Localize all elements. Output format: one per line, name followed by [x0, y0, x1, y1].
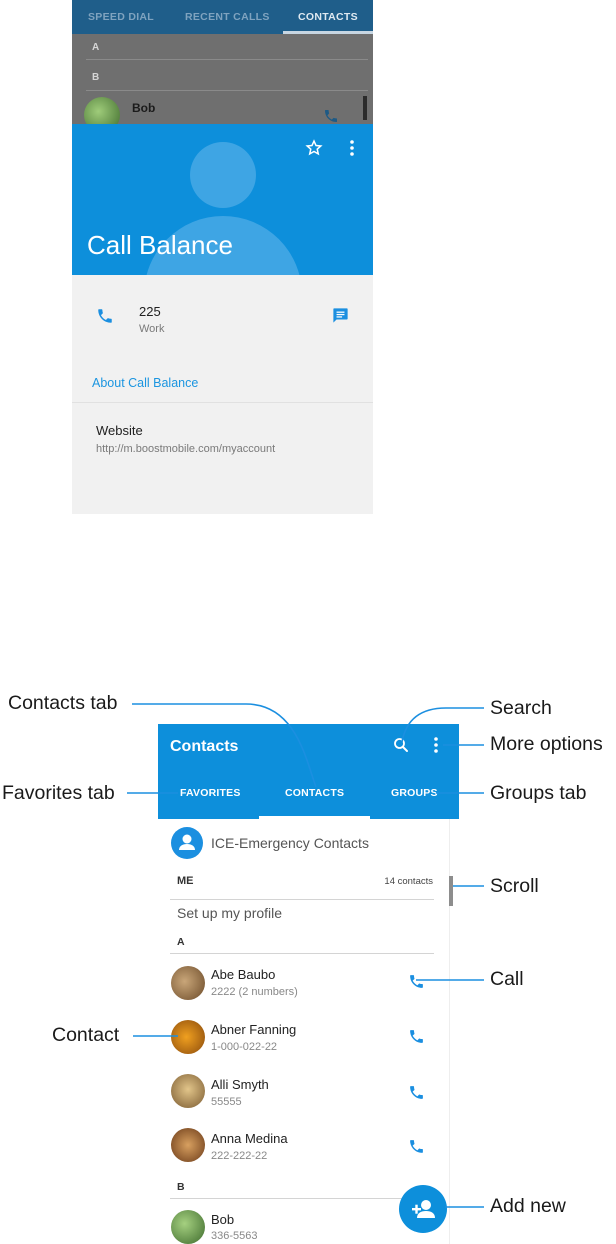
- tab-favorites[interactable]: FAVORITES: [180, 787, 241, 799]
- contacts-list-screenshot: Contacts FAVORITES CONTACTS GROUPS ICE-E…: [158, 724, 459, 1244]
- search-icon[interactable]: [392, 736, 410, 754]
- dimmed-tab-bar: SPEED DIAL RECENT CALLS CONTACTS: [72, 0, 373, 34]
- avatar[interactable]: [171, 1128, 205, 1162]
- more-vert-icon[interactable]: [432, 736, 440, 754]
- section-divider: [86, 90, 368, 91]
- website-url[interactable]: http://m.boostmobile.com/myaccount: [96, 443, 275, 455]
- divider: [170, 899, 434, 900]
- phone-icon[interactable]: [408, 1028, 425, 1045]
- setup-profile[interactable]: Set up my profile: [177, 905, 282, 921]
- contact-detail-screenshot: SPEED DIAL RECENT CALLS CONTACTS A B Bob…: [72, 0, 373, 514]
- contact-name[interactable]: Anna Medina: [211, 1131, 288, 1146]
- divider: [72, 402, 373, 403]
- more-vert-icon[interactable]: [348, 139, 356, 157]
- contact-number: 336-5563: [211, 1230, 258, 1242]
- section-letter-a: A: [92, 42, 100, 53]
- contact-name[interactable]: Abe Baubo: [211, 967, 275, 982]
- star-icon[interactable]: [305, 139, 323, 157]
- phone-type: Work: [139, 323, 165, 335]
- active-tab-indicator: [259, 816, 370, 819]
- tab-contacts[interactable]: CONTACTS: [285, 787, 344, 799]
- callout-favorites-tab: Favorites tab: [2, 782, 115, 804]
- phone-number[interactable]: 225: [139, 304, 161, 319]
- callout-scroll: Scroll: [490, 875, 539, 897]
- website-label: Website: [96, 423, 143, 438]
- tab-contacts[interactable]: CONTACTS: [298, 11, 358, 23]
- avatar[interactable]: [171, 1020, 205, 1054]
- callout-contact: Contact: [52, 1024, 120, 1046]
- divider: [170, 953, 434, 954]
- contact-header: Call Balance: [72, 124, 373, 275]
- contact-title: Call Balance: [87, 230, 233, 260]
- phone-icon[interactable]: [96, 307, 114, 325]
- person-icon: [190, 142, 256, 208]
- contact-name[interactable]: Bob: [132, 101, 155, 115]
- callout-call: Call: [490, 968, 524, 990]
- tab-recent-calls[interactable]: RECENT CALLS: [185, 11, 270, 23]
- add-new-button[interactable]: [399, 1185, 447, 1233]
- section-letter-a: A: [177, 936, 185, 948]
- tab-speed-dial[interactable]: SPEED DIAL: [88, 11, 154, 23]
- add-person-icon: [412, 1200, 435, 1218]
- app-bar: Contacts FAVORITES CONTACTS GROUPS: [158, 724, 459, 819]
- phone-icon[interactable]: [323, 108, 339, 124]
- phone-icon[interactable]: [408, 1084, 425, 1101]
- divider: [170, 1198, 434, 1199]
- callout-more-options: More options: [490, 733, 603, 755]
- message-icon[interactable]: [331, 306, 350, 325]
- avatar[interactable]: [171, 1074, 205, 1108]
- contact-count: 14 contacts: [384, 876, 433, 887]
- ice-emergency-contacts[interactable]: ICE-Emergency Contacts: [211, 835, 369, 851]
- avatar[interactable]: [171, 966, 205, 1000]
- page-title: Contacts: [170, 738, 239, 755]
- contact-name[interactable]: Abner Fanning: [211, 1022, 296, 1037]
- me-label: ME: [177, 875, 194, 887]
- callout-search: Search: [490, 697, 552, 719]
- callout-groups-tab: Groups tab: [490, 782, 587, 804]
- contact-number: 2222 (2 numbers): [211, 986, 298, 998]
- callout-contacts-tab: Contacts tab: [8, 692, 118, 714]
- me-header: ME 14 contacts: [171, 875, 433, 899]
- phone-icon[interactable]: [408, 973, 425, 990]
- section-divider: [86, 59, 368, 60]
- avatar[interactable]: [171, 1210, 205, 1244]
- contact-number: 222-222-22: [211, 1150, 268, 1162]
- contact-name[interactable]: Bob: [211, 1212, 234, 1227]
- tab-groups[interactable]: GROUPS: [391, 787, 438, 799]
- callout-add-new: Add new: [490, 1195, 566, 1217]
- person-icon: [171, 827, 203, 859]
- contact-number: 55555: [211, 1096, 242, 1108]
- about-link[interactable]: About Call Balance: [92, 376, 198, 390]
- scrollbar[interactable]: [363, 96, 367, 120]
- scrollbar[interactable]: [449, 876, 453, 906]
- contact-number: 1-000-022-22: [211, 1041, 278, 1053]
- section-letter-b: B: [177, 1181, 185, 1193]
- phone-icon[interactable]: [408, 1138, 425, 1155]
- contact-name[interactable]: Alli Smyth: [211, 1077, 269, 1092]
- section-letter-b: B: [92, 72, 100, 83]
